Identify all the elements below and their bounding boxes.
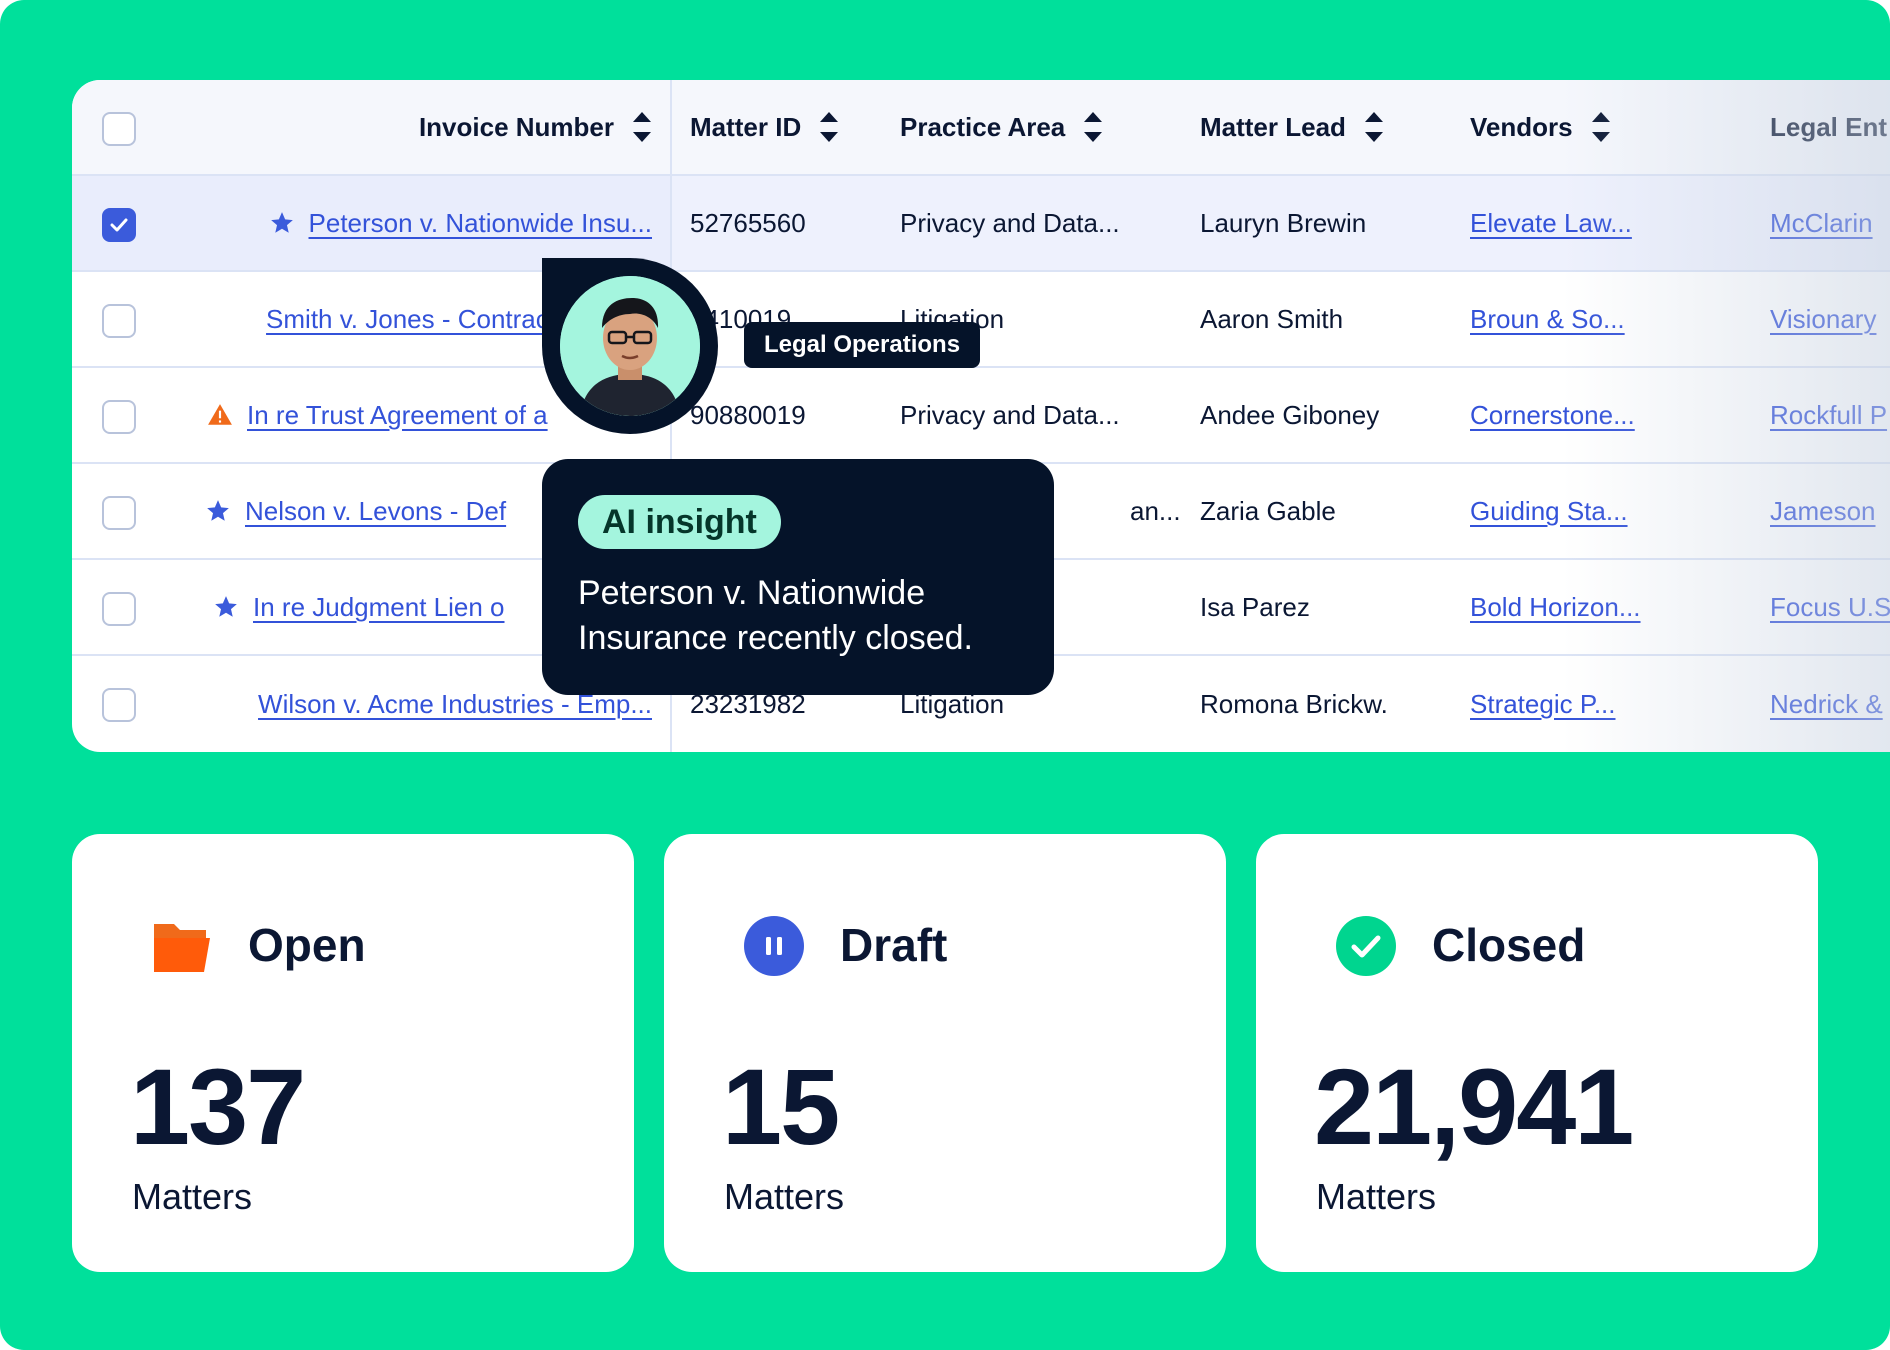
invoice-link[interactable]: Nelson v. Levons - Def	[245, 496, 506, 527]
stat-title: Draft	[840, 919, 948, 971]
practice-area-cell: Privacy and Data...	[900, 207, 1120, 238]
legal-entity-link[interactable]: Visionary	[1770, 272, 1876, 366]
matter-lead-cell: Isa Parez	[1200, 591, 1310, 622]
stat-title: Open	[248, 919, 366, 971]
invoice-link[interactable]: Smith v. Jones - Contract	[266, 304, 556, 335]
table-row[interactable]: Smith v. Jones - Contract 4410019 Litiga…	[72, 272, 1890, 368]
vendor-link[interactable]: Elevate Law...	[1470, 176, 1632, 270]
ai-insight-badge: AI insight	[578, 495, 781, 549]
invoice-cell: In re Trust Agreement of a	[207, 368, 548, 462]
matter-lead-cell: Romona Brickw.	[1200, 688, 1388, 719]
column-header-label: Invoice Number	[418, 111, 614, 142]
practice-area-cell: Privacy and Data...	[900, 399, 1120, 430]
invoice-link[interactable]: In re Trust Agreement of a	[247, 400, 548, 431]
stat-value: 15	[722, 1046, 840, 1167]
sort-icon[interactable]	[632, 109, 652, 145]
vendor-link[interactable]: Bold Horizon...	[1470, 560, 1641, 654]
star-icon[interactable]	[205, 498, 231, 524]
legal-entity-link[interactable]: Focus U.S	[1770, 560, 1890, 654]
checkmark-icon	[110, 218, 128, 232]
folder-icon	[154, 924, 210, 972]
column-header-label: Legal Ent	[1770, 111, 1888, 142]
legal-entity-link[interactable]: Nedrick &	[1770, 656, 1883, 752]
stat-title: Closed	[1432, 919, 1586, 971]
legal-entity-link[interactable]: Jameson	[1770, 464, 1876, 558]
invoice-link[interactable]: Peterson v. Nationwide Insu...	[309, 208, 652, 239]
role-tooltip: Legal Operations	[744, 322, 981, 368]
column-header-label: Vendors	[1470, 111, 1573, 142]
sort-icon[interactable]	[1364, 109, 1384, 145]
invoice-link[interactable]: In re Judgment Lien o	[253, 592, 505, 623]
invoice-cell: Nelson v. Levons - Def	[205, 464, 506, 558]
row-checkbox[interactable]	[102, 496, 136, 530]
row-checkbox[interactable]	[102, 400, 136, 434]
person-avatar-icon	[560, 276, 700, 416]
pause-icon	[744, 916, 804, 976]
invoice-cell: Peterson v. Nationwide Insu...	[152, 176, 652, 270]
row-checkbox[interactable]	[102, 208, 136, 242]
vendor-link[interactable]: Strategic P...	[1470, 656, 1616, 752]
column-header-matter-id[interactable]: Matter ID	[690, 80, 839, 174]
column-header-label: Matter Lead	[1200, 111, 1346, 142]
column-header-vendors[interactable]: Vendors	[1470, 80, 1611, 174]
star-icon[interactable]	[213, 594, 239, 620]
sort-icon[interactable]	[819, 109, 839, 145]
matter-lead-cell: Zaria Gable	[1200, 495, 1336, 526]
column-header-legal-entity[interactable]: Legal Ent	[1770, 80, 1887, 174]
row-checkbox[interactable]	[102, 592, 136, 626]
avatar	[560, 276, 700, 416]
table-header-row: Invoice Number Matter ID Practice Area M…	[72, 80, 1890, 176]
ai-insight-text: Peterson v. Nationwide Insurance recentl…	[578, 574, 973, 657]
vendor-link[interactable]: Guiding Sta...	[1470, 464, 1628, 558]
select-all-checkbox[interactable]	[102, 112, 136, 146]
column-header-invoice-number[interactable]: Invoice Number	[152, 80, 652, 174]
matter-lead-cell: Andee Giboney	[1200, 399, 1380, 430]
matter-lead-cell: Aaron Smith	[1200, 303, 1344, 334]
vendor-link[interactable]: Broun & So...	[1470, 272, 1625, 366]
column-header-label: Practice Area	[900, 111, 1066, 142]
warning-icon	[208, 404, 232, 425]
user-avatar-badge[interactable]	[542, 258, 718, 434]
column-header-label: Matter ID	[690, 111, 802, 142]
stat-value: 137	[130, 1046, 306, 1167]
row-checkbox[interactable]	[102, 688, 136, 722]
stat-card-open[interactable]: Open 137 Matters	[72, 834, 634, 1272]
matter-lead-cell: Lauryn Brewin	[1200, 207, 1367, 238]
stat-unit: Matters	[1316, 1176, 1437, 1217]
legal-entity-link[interactable]: McClarin	[1770, 176, 1873, 270]
table-row[interactable]: In re Trust Agreement of a 90880019 Priv…	[72, 368, 1890, 464]
column-header-practice-area[interactable]: Practice Area	[900, 80, 1103, 174]
check-circle-icon	[1336, 916, 1396, 976]
star-icon[interactable]	[269, 210, 295, 236]
row-first-col: Peterson v. Nationwide Insu...	[72, 176, 672, 270]
sort-icon[interactable]	[1591, 109, 1611, 145]
stat-unit: Matters	[724, 1176, 845, 1217]
column-header-matter-lead[interactable]: Matter Lead	[1200, 80, 1384, 174]
stat-card-closed[interactable]: Closed 21,941 Matters	[1256, 834, 1818, 1272]
stat-unit: Matters	[132, 1176, 253, 1217]
matter-id-cell: 52765560	[690, 207, 806, 238]
stat-value: 21,941	[1314, 1046, 1634, 1167]
invoice-cell: In re Judgment Lien o	[213, 560, 505, 654]
row-checkbox[interactable]	[102, 304, 136, 338]
sort-icon[interactable]	[1083, 109, 1103, 145]
table-row[interactable]: Peterson v. Nationwide Insu... 52765560 …	[72, 176, 1890, 272]
practice-area-cell: an...	[1130, 495, 1181, 526]
ai-insight-popover: AI insight Peterson v. Nationwide Insura…	[542, 459, 1054, 695]
header-first-col: Invoice Number	[72, 80, 672, 174]
legal-entity-link[interactable]: Rockfull P	[1770, 368, 1887, 462]
dashboard-canvas: Invoice Number Matter ID Practice Area M…	[0, 0, 1890, 1350]
vendor-link[interactable]: Cornerstone...	[1470, 368, 1635, 462]
stat-card-draft[interactable]: Draft 15 Matters	[664, 834, 1226, 1272]
